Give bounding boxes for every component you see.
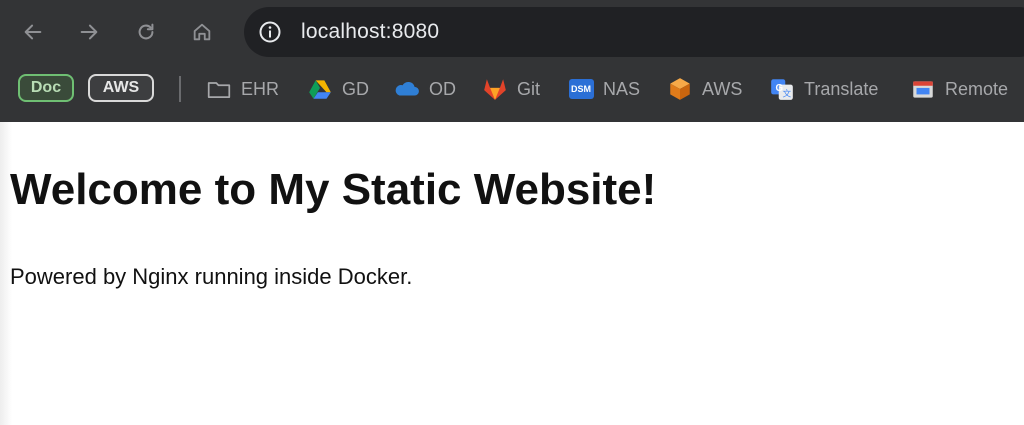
bookmark-ehr[interactable]: EHR (206, 72, 279, 106)
gitlab-icon (482, 76, 508, 102)
bookmark-label: EHR (241, 78, 280, 99)
bookmark-translate[interactable]: G 文 Translate (769, 72, 878, 106)
bookmark-aws[interactable]: AWS (667, 72, 742, 106)
info-circle-icon (259, 21, 281, 43)
home-icon (193, 23, 211, 41)
bookmark-label: Remote (945, 78, 1009, 99)
bookmark-label: OD (429, 78, 456, 99)
bookmark-gd[interactable]: GD (307, 72, 369, 106)
google-drive-icon (307, 76, 333, 102)
reload-button[interactable] (130, 16, 162, 48)
bookmark-nas[interactable]: DSM NAS (568, 72, 640, 106)
bookmarks-divider (179, 76, 181, 102)
bookmark-label: Translate (804, 78, 879, 99)
dsm-icon: DSM (568, 76, 594, 102)
back-button[interactable] (17, 16, 49, 48)
arrow-right-icon (80, 24, 98, 40)
home-button[interactable] (186, 16, 218, 48)
bookmark-label: GD (342, 78, 369, 99)
bookmark-remote[interactable]: Remote (910, 72, 1008, 106)
aws-box-icon (667, 76, 693, 102)
forward-button[interactable] (73, 16, 105, 48)
site-info-button[interactable] (258, 20, 282, 44)
dsm-icon-text: DSM (568, 79, 594, 99)
page-paragraph: Powered by Nginx running inside Docker. (10, 264, 413, 289)
bookmark-label: Git (517, 78, 541, 99)
folder-icon (206, 76, 232, 102)
page-heading: Welcome to My Static Website! (10, 165, 657, 214)
bookmark-aws-pill[interactable]: AWS (88, 74, 154, 102)
bookmark-git[interactable]: Git (482, 72, 540, 106)
reload-icon (138, 23, 154, 40)
onedrive-cloud-icon (394, 76, 420, 102)
arrow-left-icon (24, 24, 42, 40)
google-translate-icon: G 文 (769, 76, 795, 102)
bookmark-doc[interactable]: Doc (18, 74, 74, 102)
remote-desktop-icon (910, 76, 936, 102)
bookmark-label: NAS (603, 78, 641, 99)
address-bar-url[interactable]: localhost:8080 (301, 17, 439, 47)
bookmark-od[interactable]: OD (394, 72, 456, 106)
bookmark-label: AWS (702, 78, 743, 99)
svg-text:文: 文 (783, 88, 792, 99)
